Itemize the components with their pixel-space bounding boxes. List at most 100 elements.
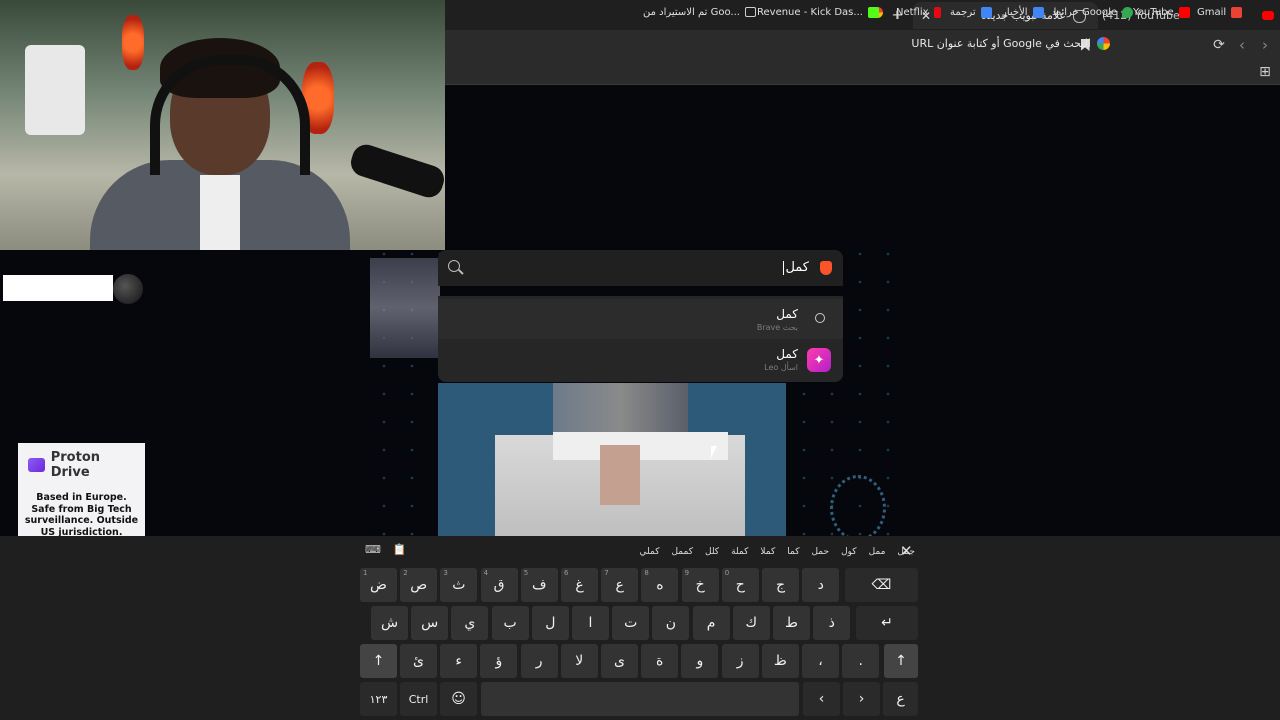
key-letter[interactable]: ، [802,644,839,678]
key-letter[interactable]: غ6 [561,568,598,602]
suggestion-ask-leo[interactable]: ✦ كمل اسأل Leo [438,339,843,379]
key-letter[interactable]: ل [531,606,569,640]
numbers-key[interactable]: ١٢٣ [360,682,397,716]
bookmark-label: Gmail [1197,6,1227,18]
key-letter[interactable]: ق4 [480,568,518,602]
bookmark-news[interactable]: الأخبار [1002,4,1044,20]
key-letter[interactable]: ز [721,644,759,678]
key-letter[interactable]: م [692,606,730,640]
key-letter[interactable]: ي [451,606,489,640]
candidate-word[interactable]: كول [841,547,856,557]
key-label: س [421,615,439,631]
candidate-word[interactable]: كملي [640,547,660,557]
key-letter[interactable]: د [802,568,840,602]
key-hint: 8 [644,569,649,577]
bookmark-youtube[interactable]: YouTube [1133,4,1190,20]
suggestion-text: كمل [776,347,798,361]
bookmark-label: ترجمة [950,6,976,18]
bookmark-kick[interactable]: Revenue - Kick Das... [757,4,879,20]
enter-key[interactable]: ↵ [856,606,918,640]
bookmark-label: الأخبار [1002,6,1028,18]
touch-keyboard: ⌨ 📋 جمل ممل كول حمل كما كملا كملة كلل كممل كملي ✕… [0,536,1280,720]
left-arrow-key[interactable]: ‹ [803,682,840,716]
search-icon[interactable] [448,260,460,272]
back-icon[interactable]: › [1257,36,1273,54]
key-label: ش [380,615,399,631]
key-label: خ [695,577,705,593]
key-letter[interactable]: ظ [761,644,799,678]
candidate-word[interactable]: كملا [760,547,775,557]
key-letter[interactable]: ه8 [641,568,679,602]
key-letter[interactable]: ك [732,606,770,640]
key-letter[interactable]: ب [491,606,529,640]
key-hint: 1 [363,569,368,577]
key-letter[interactable]: ج [762,568,799,602]
key-letter[interactable]: ف5 [520,568,558,602]
apps-grid-icon[interactable]: ⊞ [1257,64,1273,80]
candidate-word[interactable]: كما [787,547,799,557]
suggestion-brave-search[interactable]: كمل بحث Brave [438,299,843,339]
space-key[interactable] [481,682,799,716]
key-letter[interactable]: ن [652,606,690,640]
key-letter[interactable]: س [411,606,449,640]
key-letter[interactable]: ض1 [360,568,397,602]
candidate-word[interactable]: كممل [671,547,693,557]
key-label: ه [656,577,664,593]
forward-icon[interactable]: ‹ [1234,36,1250,54]
key-letter[interactable]: ت [612,606,650,640]
key-letter[interactable]: ص2 [400,568,438,602]
search-icon [815,313,825,323]
candidate-word[interactable]: كملة [731,547,748,557]
language-key[interactable]: ع [883,682,918,716]
key-letter[interactable]: و [681,644,719,678]
key-letter[interactable]: ع7 [601,568,639,602]
key-label: ح [735,577,745,593]
keyboard-close-button[interactable]: ✕ [900,542,913,560]
candidate-word[interactable]: حمل [811,547,829,557]
key-label: ↑ [895,653,907,669]
key-letter[interactable]: ئ [400,644,437,678]
webcam-overlay [0,0,445,250]
key-letter[interactable]: ر [520,644,558,678]
ctrl-key[interactable]: Ctrl [400,682,437,716]
key-letter[interactable]: ش [371,606,408,640]
emoji-key[interactable]: ☺ [440,682,477,716]
key-letter[interactable]: لا [560,644,598,678]
candidate-word[interactable]: كلل [705,547,719,557]
suggestion-subtext: اسأل Leo [764,363,798,372]
key-letter[interactable]: ذ [813,606,851,640]
youtube-icon [1262,11,1274,20]
background-face-image [370,258,440,358]
maps-icon [1122,6,1134,18]
key-letter[interactable]: ا [572,606,609,640]
bookmark-gmail[interactable]: Gmail [1197,4,1243,20]
key-label: ن [665,615,677,631]
shift-key-right[interactable]: ↑ [884,644,918,678]
key-letter[interactable]: ح0 [721,568,759,602]
right-arrow-key[interactable]: › [843,682,880,716]
candidate-word[interactable]: ممل [869,547,886,557]
reload-icon[interactable]: ⟳ [1210,36,1228,54]
key-label: ظ [773,653,787,669]
key-letter[interactable]: ط [773,606,810,640]
key-label: ز [736,653,744,669]
address-bar[interactable]: البحث في Google أو كتابة عنوان URL [911,37,1110,50]
bookmark-netflix[interactable]: Netflix [896,4,941,20]
key-letter[interactable]: ى [601,644,638,678]
key-letter[interactable]: ث3 [440,568,478,602]
shift-key-left[interactable]: ↑ [360,644,397,678]
key-letter[interactable]: خ9 [681,568,719,602]
bookmarks-bar [445,60,1280,85]
search-input[interactable]: كمل [438,250,843,286]
backspace-key[interactable]: ⌫ [845,568,918,602]
key-letter[interactable]: ؤ [480,644,518,678]
key-label: ط [785,615,798,631]
key-letter[interactable]: ء [440,644,478,678]
bookmark-maps[interactable]: خرائط Google [1052,4,1134,20]
key-letter[interactable]: . [842,644,880,678]
bookmark-imported-folder[interactable]: تم الاستيراد من Goo... [643,4,756,20]
translate-icon [980,6,992,18]
key-letter[interactable]: ة [641,644,679,678]
proton-drive-ad[interactable]: Proton Drive Based in Europe. Safe from … [18,443,145,538]
bookmark-translate[interactable]: ترجمة [950,4,992,20]
